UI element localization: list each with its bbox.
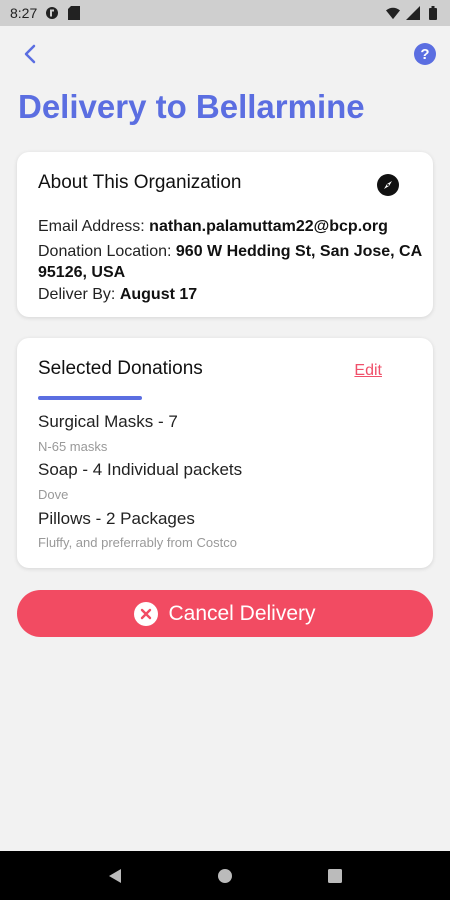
organization-card: About This Organization Email Address: n… xyxy=(17,152,433,317)
back-button[interactable] xyxy=(16,40,44,68)
list-item-note: Dove xyxy=(38,487,68,502)
nav-home-button[interactable] xyxy=(213,864,237,888)
system-nav-bar xyxy=(0,851,450,900)
status-right xyxy=(386,6,440,20)
list-item-note: N-65 masks xyxy=(38,439,107,454)
list-item: Pillows - 2 Packages xyxy=(38,509,195,529)
donation-name: Pillows - 2 Packages xyxy=(38,509,195,528)
donation-note: Fluffy, and preferrably from Costco xyxy=(38,535,237,550)
email-label: Email Address: xyxy=(38,218,145,235)
deliver-value: August 17 xyxy=(119,286,198,303)
nav-recents-button[interactable] xyxy=(323,864,347,888)
chevron-left-icon xyxy=(24,44,36,64)
organization-card-title: About This Organization xyxy=(38,172,242,193)
list-item: Surgical Masks - 7 xyxy=(38,412,178,432)
status-bar: 8:27 xyxy=(0,0,450,26)
donations-card-title: Selected Donations xyxy=(38,358,203,379)
square-recents-icon xyxy=(328,868,342,883)
status-time: 8:27 xyxy=(10,5,38,21)
battery-icon xyxy=(426,6,440,20)
donation-name: Soap - 4 Individual packets xyxy=(38,460,243,479)
donation-name: Surgical Masks - 7 xyxy=(38,412,178,431)
app-notification-icon xyxy=(45,6,59,20)
nav-back-button[interactable] xyxy=(103,864,127,888)
sd-card-icon xyxy=(67,6,81,20)
wifi-icon xyxy=(386,6,400,20)
location-label: Donation Location: xyxy=(38,243,172,260)
signal-icon xyxy=(406,6,420,20)
title-underline xyxy=(38,396,142,400)
question-icon: ? xyxy=(420,45,430,63)
edit-button[interactable]: Edit xyxy=(354,362,382,380)
deliver-label: Deliver By: xyxy=(38,286,116,303)
close-circle-icon xyxy=(134,601,159,626)
page-title: Delivery to Bellarmine xyxy=(18,88,365,125)
triangle-back-icon xyxy=(109,868,121,883)
directions-button[interactable] xyxy=(377,174,399,196)
cancel-delivery-label: Cancel Delivery xyxy=(168,601,316,625)
help-button[interactable]: ? xyxy=(414,43,436,65)
deliver-row: Deliver By: August 17 xyxy=(38,284,423,305)
list-item: Soap - 4 Individual packets xyxy=(38,460,242,480)
list-item-note: Fluffy, and preferrably from Costco xyxy=(38,535,237,550)
top-nav: ? xyxy=(0,36,450,72)
donations-card: Selected Donations Edit Surgical Masks -… xyxy=(17,338,433,568)
email-row: Email Address: nathan.palamuttam22@bcp.o… xyxy=(38,216,423,237)
donation-note: N-65 masks xyxy=(38,439,108,454)
location-row: Donation Location: 960 W Hedding St, San… xyxy=(38,241,423,283)
status-left: 8:27 xyxy=(10,5,81,21)
compass-icon xyxy=(384,181,392,189)
circle-home-icon xyxy=(218,868,232,883)
email-value: nathan.palamuttam22@bcp.org xyxy=(149,218,388,235)
cancel-delivery-button[interactable]: Cancel Delivery xyxy=(17,590,433,637)
donation-note: Dove xyxy=(38,487,69,502)
